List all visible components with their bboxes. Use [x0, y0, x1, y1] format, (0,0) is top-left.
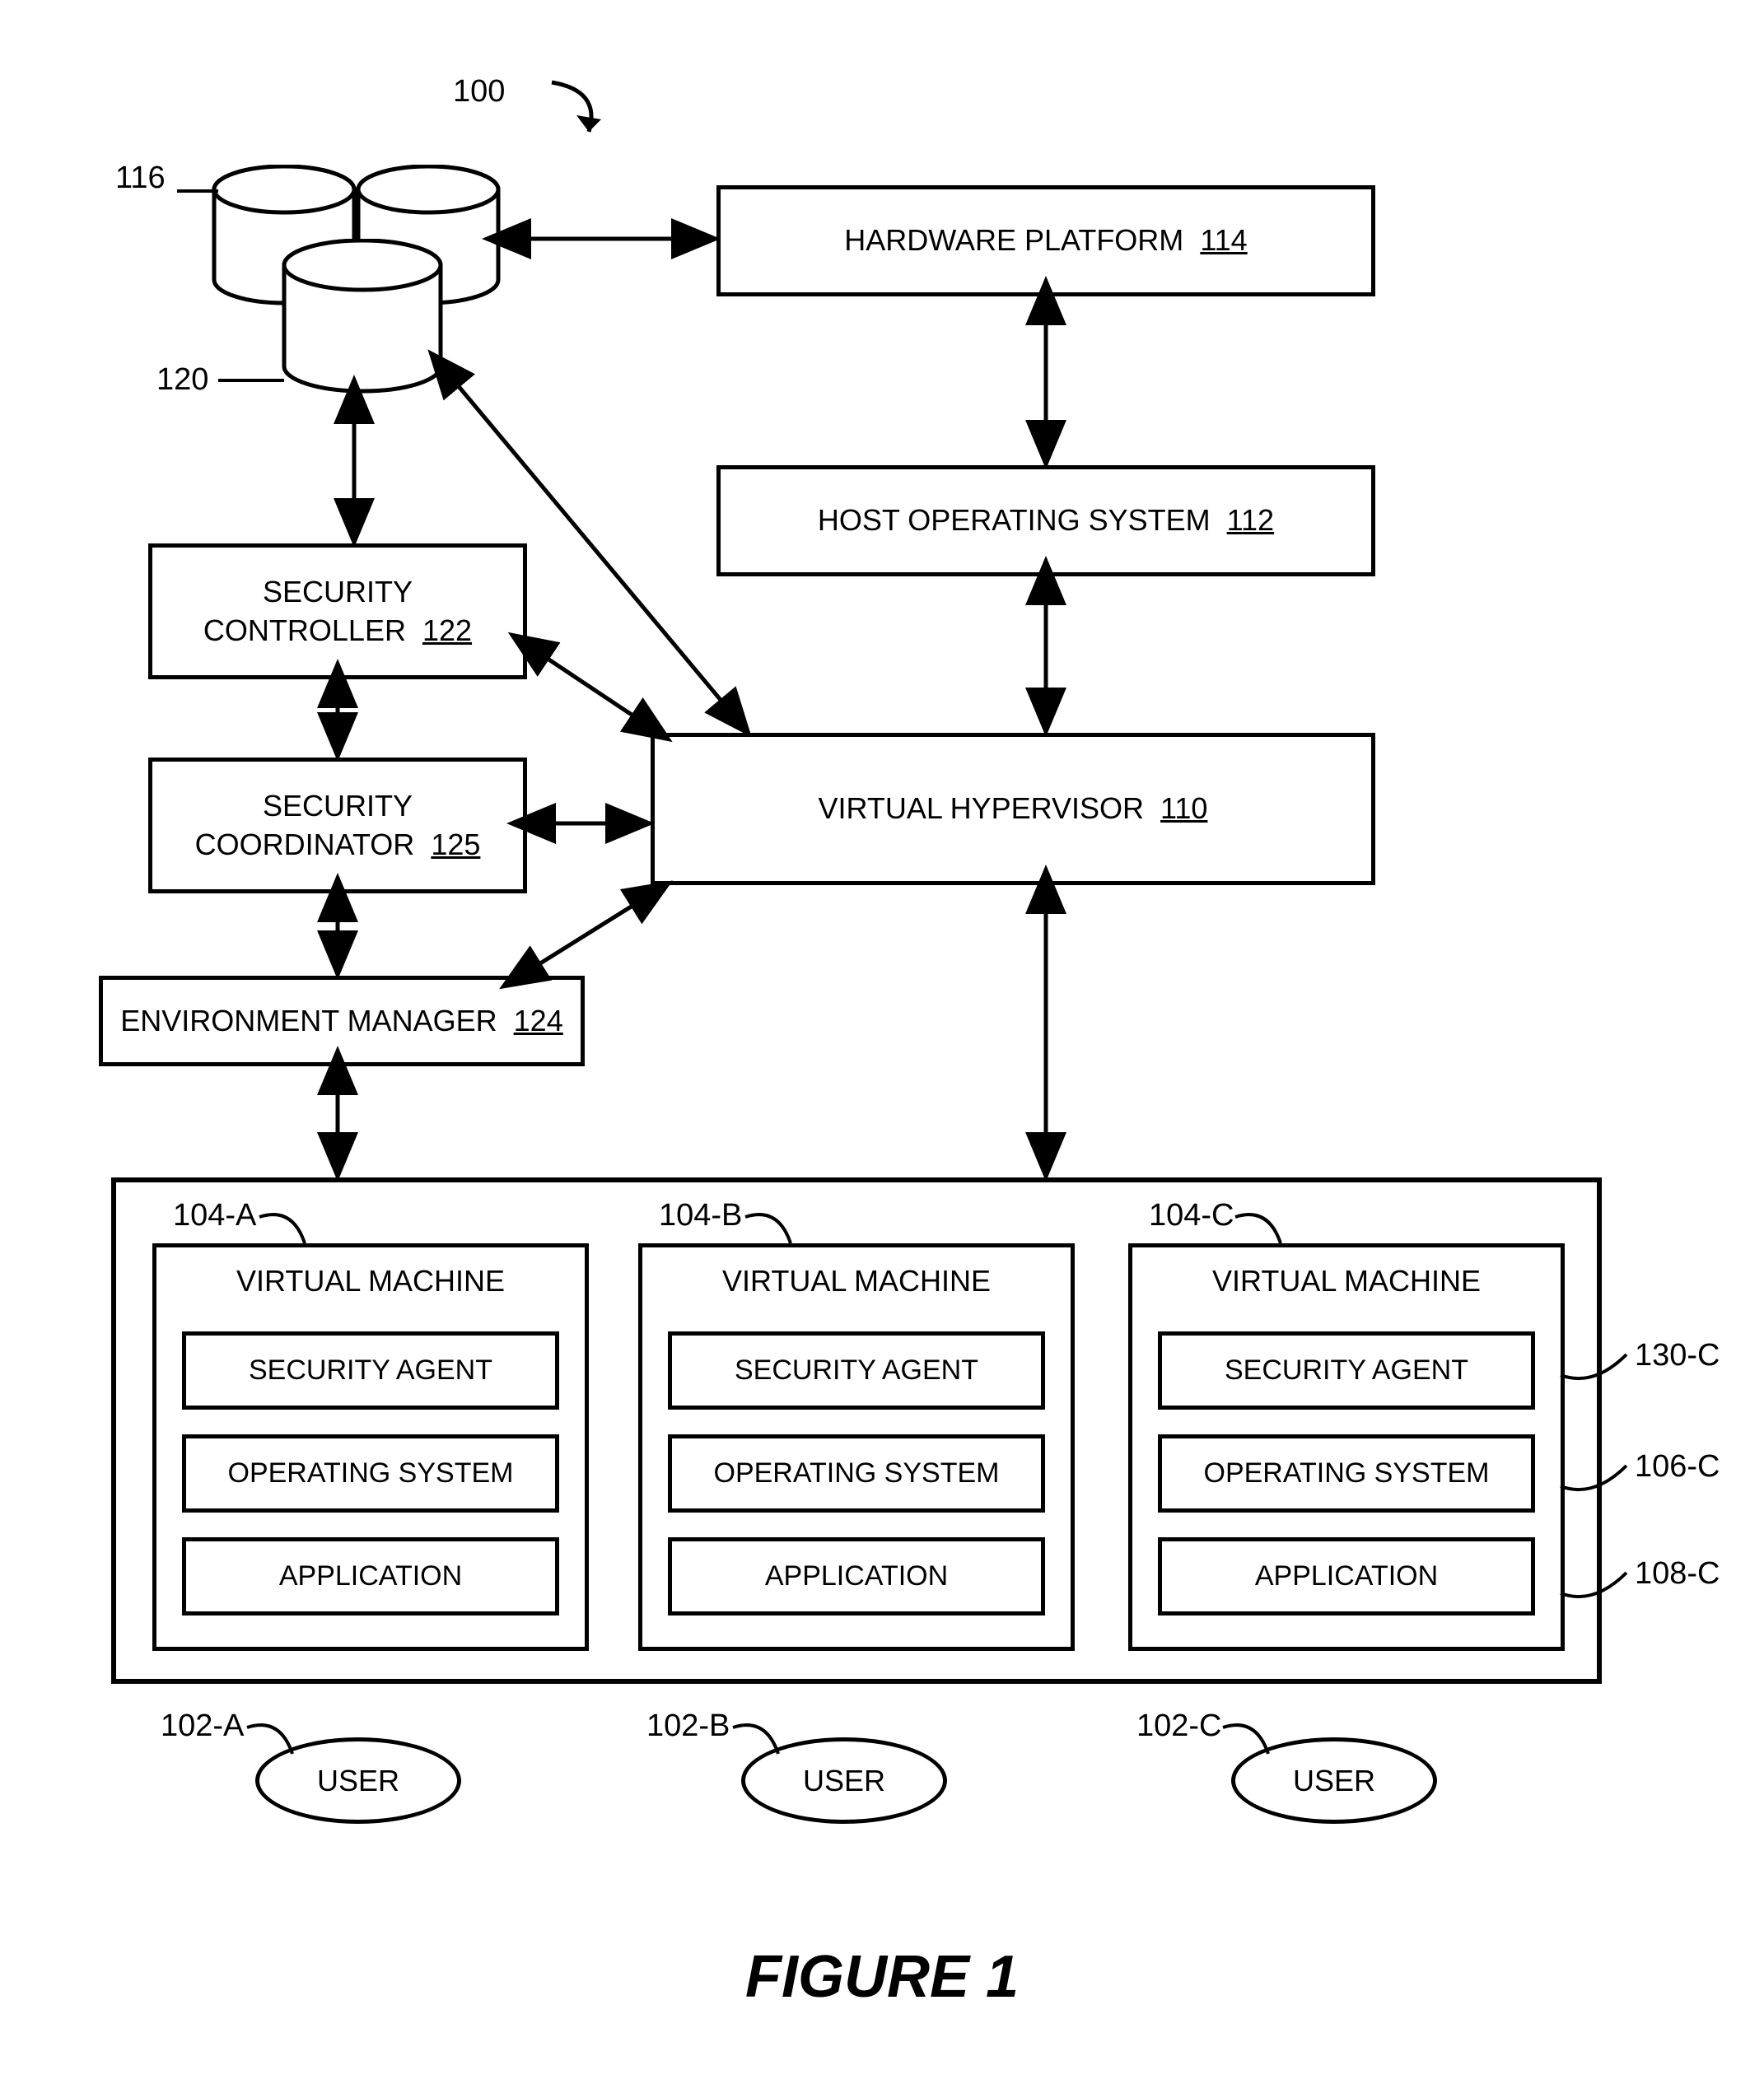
- host-os-ref: 112: [1227, 503, 1274, 537]
- vm-c-application-ref: 108-C: [1635, 1556, 1720, 1592]
- security-coordinator-box: SECURITY COORDINATOR 125: [148, 758, 527, 893]
- vm-a-security-agent: SECURITY AGENT: [182, 1331, 559, 1410]
- environment-manager-ref: 124: [514, 1004, 563, 1037]
- vm-box-b: VIRTUAL MACHINE SECURITY AGENT OPERATING…: [638, 1243, 1075, 1651]
- vm-box-a: VIRTUAL MACHINE SECURITY AGENT OPERATING…: [152, 1243, 589, 1651]
- user-a: USER: [255, 1737, 461, 1824]
- user-a-ref: 102-A: [161, 1709, 244, 1744]
- vm-c-app-hook: [1561, 1560, 1635, 1610]
- vm-c-title: VIRTUAL MACHINE: [1212, 1264, 1481, 1298]
- virtual-hypervisor-box: VIRTUAL HYPERVISOR 110: [651, 733, 1375, 885]
- vm-c-ref: 104-C: [1149, 1198, 1234, 1233]
- user-b: USER: [741, 1737, 947, 1824]
- security-coordinator-l2: COORDINATOR: [195, 828, 415, 861]
- hardware-platform-label: HARDWARE PLATFORM: [844, 223, 1183, 257]
- user-c-ref: 102-C: [1136, 1709, 1222, 1744]
- vm-b-title: VIRTUAL MACHINE: [722, 1264, 991, 1298]
- lead-116: [177, 189, 218, 193]
- user-c: USER: [1231, 1737, 1437, 1824]
- vm-a-title: VIRTUAL MACHINE: [236, 1264, 505, 1298]
- vm-c-security-agent: SECURITY AGENT: [1158, 1331, 1535, 1410]
- vm-b-application: APPLICATION: [668, 1537, 1045, 1615]
- figure-id-label: 100: [453, 74, 505, 110]
- user-b-ref: 102-B: [646, 1709, 730, 1744]
- host-os-label: HOST OPERATING SYSTEM: [818, 503, 1211, 537]
- vm-b-ref: 104-B: [659, 1198, 742, 1233]
- host-os-box: HOST OPERATING SYSTEM 112: [716, 465, 1375, 576]
- virtual-hypervisor-ref: 110: [1160, 791, 1207, 825]
- vm-c-operating-system: OPERATING SYSTEM: [1158, 1434, 1535, 1513]
- lead-120: [218, 379, 284, 382]
- vm-a-operating-system: OPERATING SYSTEM: [182, 1434, 559, 1513]
- storage-cylinder-front: [280, 239, 445, 395]
- hardware-platform-ref: 114: [1200, 223, 1247, 257]
- security-coordinator-l1: SECURITY: [263, 789, 413, 823]
- security-controller-box: SECURITY CONTROLLER 122: [148, 543, 527, 679]
- hardware-platform-box: HARDWARE PLATFORM 114: [716, 185, 1375, 296]
- vm-c-os-hook: [1561, 1453, 1635, 1503]
- environment-manager-label: ENVIRONMENT MANAGER: [120, 1004, 497, 1037]
- vm-c-application: APPLICATION: [1158, 1537, 1535, 1615]
- vm-c-sa-hook: [1561, 1342, 1635, 1392]
- storage-front-ref: 120: [156, 362, 208, 398]
- environment-manager-box: ENVIRONMENT MANAGER 124: [99, 976, 585, 1066]
- vm-a-ref: 104-A: [173, 1198, 256, 1233]
- security-coordinator-ref: 125: [431, 828, 480, 861]
- vm-a-application: APPLICATION: [182, 1537, 559, 1615]
- figure-id-hook: [511, 82, 609, 148]
- security-controller-l1: SECURITY: [263, 575, 413, 608]
- vm-b-operating-system: OPERATING SYSTEM: [668, 1434, 1045, 1513]
- vm-c-operating-system-ref: 106-C: [1635, 1449, 1720, 1485]
- vm-c-security-agent-ref: 130-C: [1635, 1338, 1720, 1373]
- figure-caption: FIGURE 1: [0, 1943, 1764, 2011]
- security-controller-ref: 122: [422, 613, 472, 647]
- virtual-hypervisor-label: VIRTUAL HYPERVISOR: [819, 791, 1144, 825]
- vm-box-c: VIRTUAL MACHINE SECURITY AGENT OPERATING…: [1128, 1243, 1565, 1651]
- storage-cluster-ref: 116: [115, 161, 166, 196]
- security-controller-l2: CONTROLLER: [203, 613, 406, 647]
- vm-b-security-agent: SECURITY AGENT: [668, 1331, 1045, 1410]
